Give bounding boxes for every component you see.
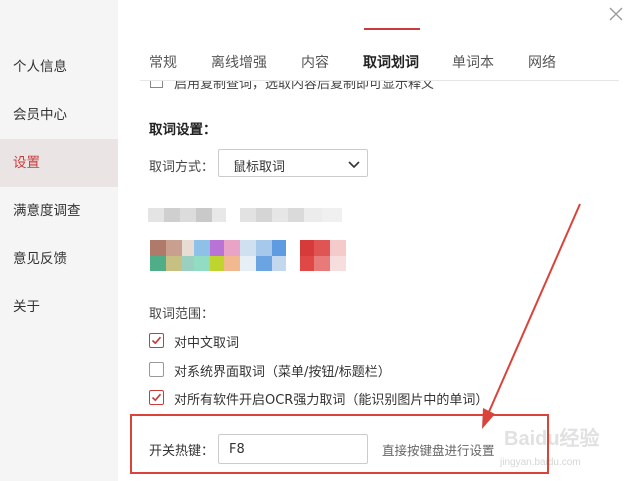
tab-general[interactable]: 常规 (149, 52, 177, 72)
close-button[interactable] (606, 4, 626, 24)
chevron-down-icon (348, 161, 360, 169)
hotkey-input-box[interactable] (218, 434, 368, 464)
system-ui-capture-checkbox[interactable] (149, 362, 164, 377)
sidebar-item-membership[interactable]: 会员中心 (0, 91, 118, 139)
close-icon (609, 7, 623, 21)
settings-tabs: 常规 离线增强 内容 取词划词 单词本 网络 (119, 50, 619, 80)
tab-wordbook[interactable]: 单词本 (452, 52, 494, 72)
tab-offline-enhance[interactable]: 离线增强 (211, 52, 267, 72)
hotkey-hint: 直接按键盘进行设置 (382, 443, 495, 458)
check-icon (151, 336, 162, 345)
watermark-url: jingyan.baidu.com (500, 457, 581, 468)
watermark-brand: Baidu经验 (504, 428, 600, 450)
copy-lookup-checkbox[interactable] (150, 81, 163, 88)
sidebar-item-profile[interactable]: 个人信息 (0, 43, 118, 91)
tab-network[interactable]: 网络 (528, 52, 556, 72)
sidebar-item-about[interactable]: 关于 (0, 283, 118, 331)
sidebar-item-feedback[interactable]: 意见反馈 (0, 235, 118, 283)
system-ui-capture-label: 对系统界面取词（菜单/按钮/标题栏） (174, 365, 391, 380)
chinese-capture-label: 对中文取词 (174, 336, 240, 351)
sidebar: 个人信息 会员中心 设置 满意度调查 意见反馈 关于 (0, 0, 118, 481)
ocr-capture-checkbox[interactable] (149, 390, 164, 405)
tab-content[interactable]: 内容 (301, 52, 329, 72)
clipped-option-row: 启用复制查词，选取内容后复制即可显示释义 (148, 81, 618, 91)
ocr-capture-label: 对所有软件开启OCR强力取词（能识别图片中的单词） (174, 393, 489, 408)
active-tab-indicator (364, 28, 420, 30)
capture-mode-select[interactable]: 鼠标取词 (218, 149, 368, 177)
hotkey-label: 开关热键： (149, 444, 215, 459)
sidebar-item-survey[interactable]: 满意度调查 (0, 187, 118, 235)
hotkey-input[interactable] (229, 435, 359, 463)
check-icon (151, 393, 162, 402)
copy-lookup-label: 启用复制查词，选取内容后复制即可显示释义 (174, 81, 435, 91)
tab-word-capture[interactable]: 取词划词 (363, 52, 419, 72)
word-capture-section-title: 取词设置： (149, 122, 217, 138)
sidebar-item-settings[interactable]: 设置 (0, 139, 118, 187)
capture-mode-value: 鼠标取词 (233, 160, 286, 175)
chinese-capture-checkbox[interactable] (149, 333, 164, 348)
capture-mode-label: 取词方式： (149, 160, 215, 175)
capture-scope-title: 取词范围： (149, 307, 215, 322)
pixelated-region (148, 208, 358, 273)
